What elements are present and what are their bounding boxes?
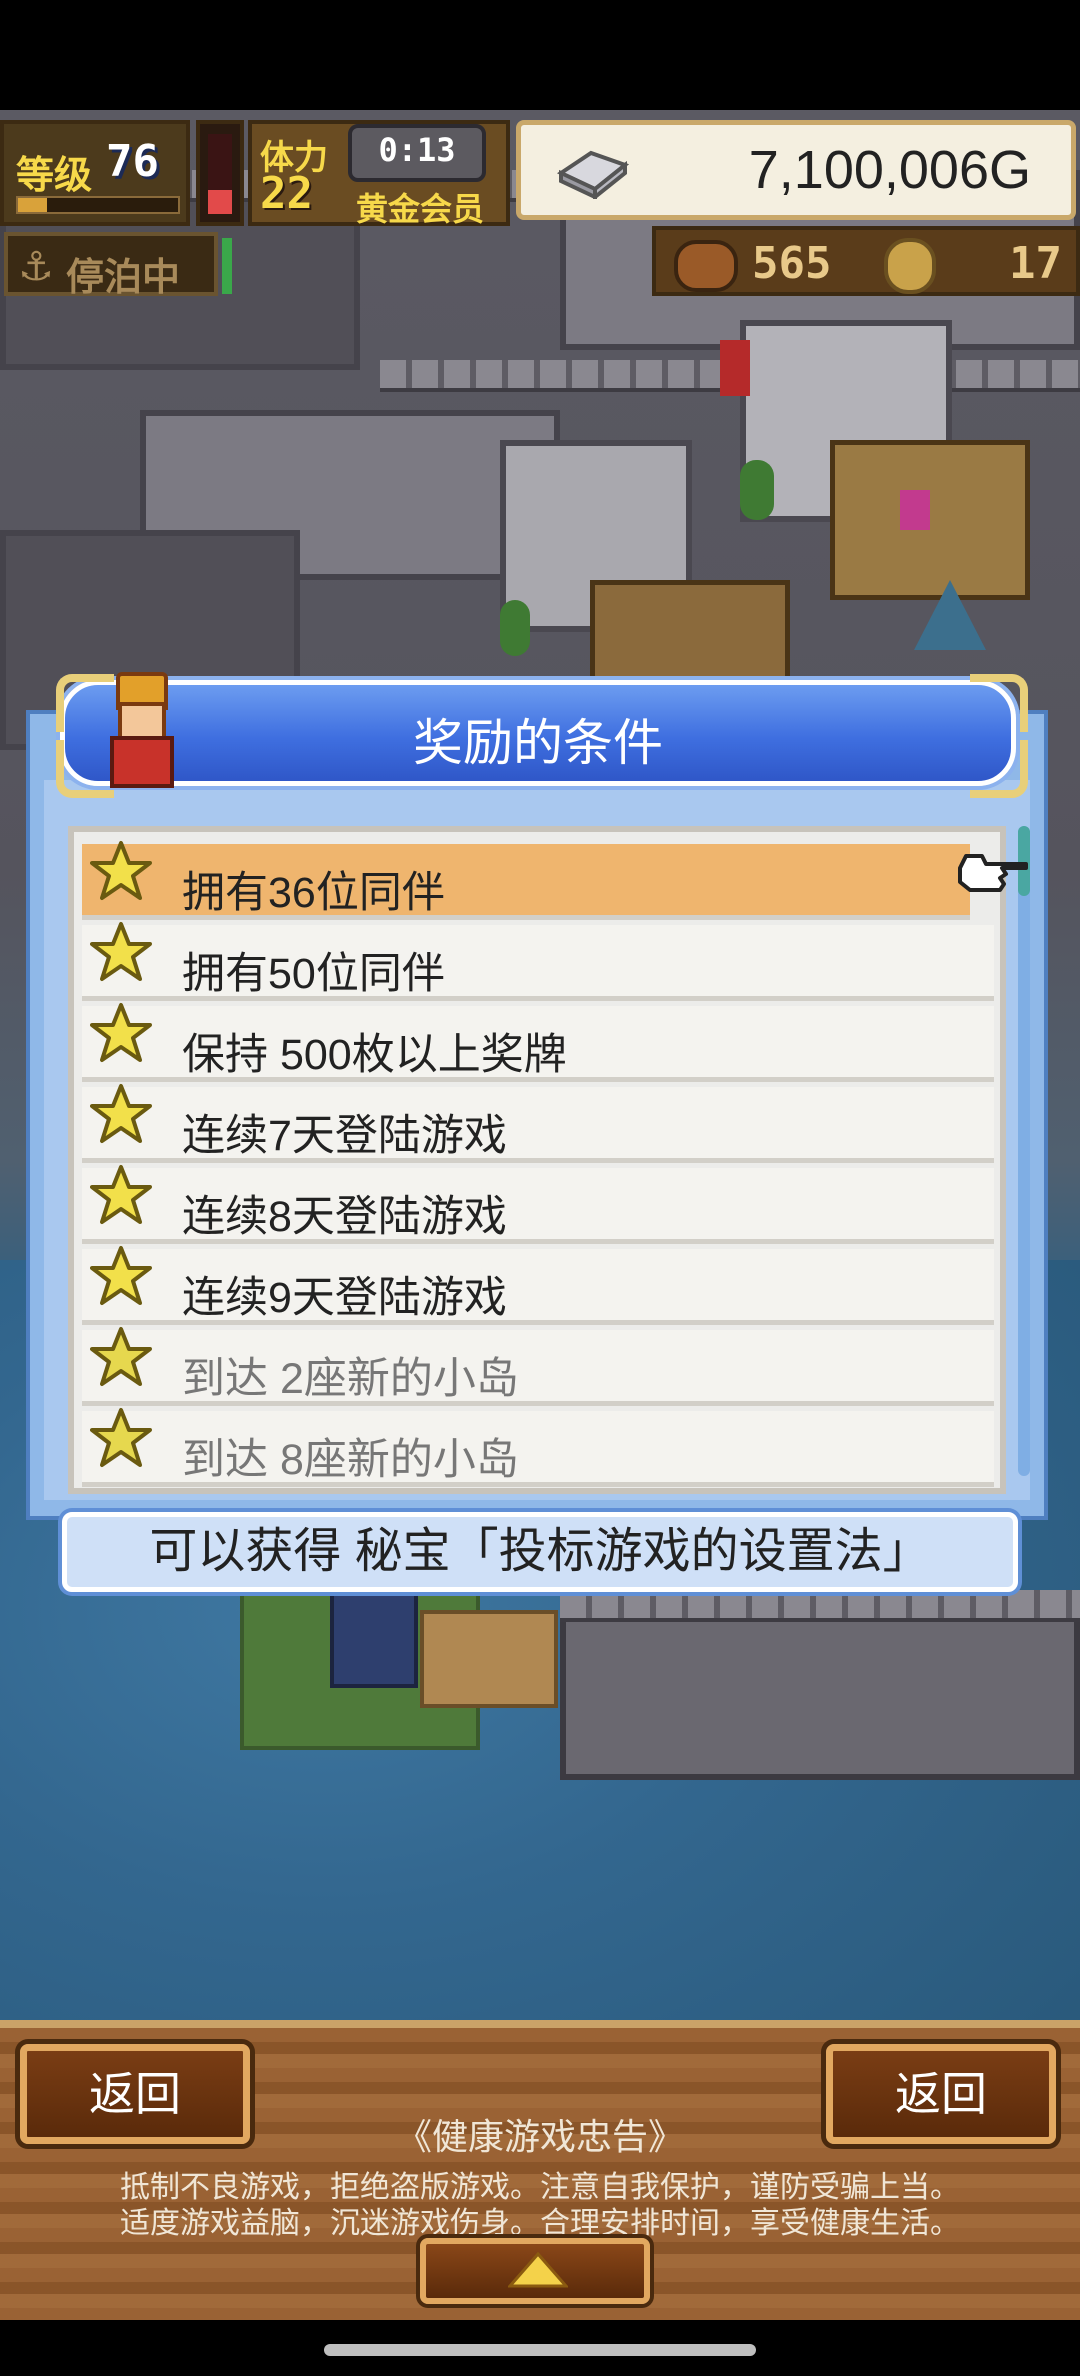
docked-status[interactable]: ⚓ 停泊中 (4, 232, 218, 299)
timer-box: 0:13 (348, 124, 486, 182)
membership-label: 黄金会员 (356, 190, 485, 228)
gold-amount: 7,100,006G (748, 140, 1031, 200)
corner-ornament (970, 674, 1028, 732)
exp-bar (16, 196, 180, 214)
home-indicator[interactable] (324, 2344, 756, 2356)
timer: 0:13 (378, 131, 456, 169)
tree (500, 600, 530, 656)
condition-row-7[interactable]: 到达 8座新的小岛 (82, 1408, 994, 1487)
dock-wall (560, 1590, 1080, 1622)
condition-label: 到达 2座新的小岛 (182, 1355, 519, 1403)
harbor-dock (560, 1610, 1080, 1780)
market-stall[interactable] (830, 440, 1030, 600)
building-door[interactable] (330, 1590, 418, 1688)
condition-label: 连续8天登陆游戏 (182, 1193, 507, 1241)
health-notice-title: 《健康游戏忠告》 (395, 2116, 684, 2157)
dialog-title-bar: 奖励的条件 (60, 680, 1016, 786)
star-icon (90, 922, 152, 981)
exp-bar-fill (18, 198, 47, 212)
star-icon (90, 1327, 152, 1386)
condition-row-4[interactable]: 连续8天登陆游戏 (82, 1165, 994, 1244)
status-label: 停泊中 (66, 255, 181, 299)
star-icon (90, 1408, 152, 1467)
star-icon (90, 1165, 152, 1224)
condition-label: 保持 500枚以上奖牌 (182, 1031, 567, 1079)
stamina-gauge-fill (208, 190, 232, 214)
medal-icon (884, 238, 936, 294)
condition-label: 拥有36位同伴 (182, 869, 445, 917)
condition-row-1[interactable]: 拥有50位同伴 (82, 922, 994, 1001)
level-panel[interactable]: 等级 76 (0, 120, 190, 226)
list-scrollbar[interactable] (1018, 826, 1030, 1476)
gold-panel[interactable]: 7,100,006G (516, 120, 1076, 220)
top-hud: 等级 76 体力 22 0:13 黄金会员 7,100,006G ⚓ 停泊中 5… (0, 112, 1080, 299)
expand-menu-button[interactable] (420, 2238, 650, 2304)
food-count: 565 (752, 238, 832, 289)
health-notice-line2: 适度游戏益脑，沉迷游戏伤身。合理安排时间，享受健康生活。 (120, 2207, 960, 2240)
star-icon (90, 1003, 152, 1062)
condition-list[interactable]: 拥有36位同伴 拥有50位同伴 保持 500枚以上奖牌 连续7天登陆游戏 连续8… (68, 826, 1006, 1494)
condition-row-3[interactable]: 连续7天登陆游戏 (82, 1084, 994, 1163)
red-banner (720, 340, 750, 396)
anchor-icon: ⚓ (18, 244, 54, 290)
condition-row-5[interactable]: 连续9天登陆游戏 (82, 1246, 994, 1325)
medal-count: 17 (1009, 238, 1062, 289)
stamina-gauge (196, 120, 244, 226)
reward-banner: 可以获得 秘宝「投标游戏的设置法」 (62, 1512, 1018, 1592)
status-indicator (222, 238, 232, 294)
silver-bar-icon (556, 150, 630, 199)
level-value: 76 (106, 136, 159, 187)
blue-roof-tower (914, 580, 986, 650)
up-arrow-icon (508, 2252, 568, 2288)
resource-panel[interactable]: 565 17 (652, 226, 1080, 296)
wooden-pier (420, 1610, 558, 1708)
condition-row-6[interactable]: 到达 2座新的小岛 (82, 1327, 994, 1406)
corner-ornament (970, 740, 1028, 798)
condition-label: 拥有50位同伴 (182, 950, 445, 998)
condition-label: 到达 8座新的小岛 (182, 1436, 519, 1484)
star-icon (90, 841, 152, 900)
stamina-panel[interactable]: 体力 22 0:13 黄金会员 (248, 120, 510, 228)
star-icon (90, 1246, 152, 1305)
food-icon (674, 240, 738, 292)
star-icon (90, 1084, 152, 1143)
reward-text: 可以获得 秘宝「投标游戏的设置法」 (149, 1525, 931, 1578)
king-avatar (106, 672, 174, 788)
condition-row-0[interactable]: 拥有36位同伴 (82, 841, 970, 920)
merchant-character[interactable] (900, 490, 930, 530)
condition-label: 连续7天登陆游戏 (182, 1112, 507, 1160)
tree (740, 460, 774, 520)
condition-row-2[interactable]: 保持 500枚以上奖牌 (82, 1003, 994, 1082)
level-label: 等级 (16, 153, 93, 197)
stamina-value: 22 (260, 168, 313, 219)
pointer-hand-icon (958, 854, 1028, 892)
dialog-title: 奖励的条件 (413, 715, 663, 771)
condition-label: 连续9天登陆游戏 (182, 1274, 507, 1322)
